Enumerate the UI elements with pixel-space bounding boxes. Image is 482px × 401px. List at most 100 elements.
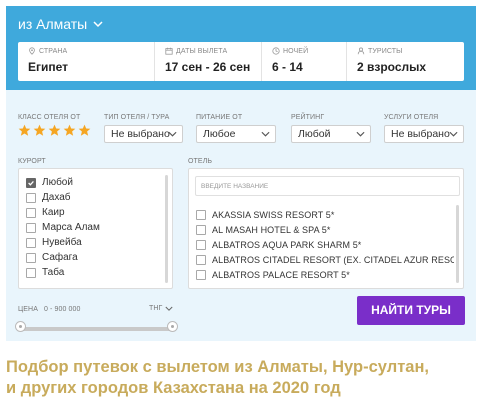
- services-select[interactable]: Не выбрано: [384, 125, 464, 143]
- meal-select[interactable]: Любое: [196, 125, 276, 143]
- price-max-handle[interactable]: [166, 321, 178, 332]
- country-field[interactable]: СТРАНА Египет: [18, 42, 155, 81]
- star-icon[interactable]: [33, 124, 46, 137]
- meal-label: ПИТАНИЕ ОТ: [196, 114, 243, 121]
- price-label: ЦЕНА: [18, 306, 38, 313]
- clock-icon: [272, 47, 280, 55]
- hotel-type-value: Не выбрано: [111, 128, 170, 140]
- hotel-scrollbar[interactable]: [456, 205, 459, 283]
- resort-option[interactable]: Сафага: [19, 250, 172, 265]
- search-header: из Алматы СТРАНА Египет ДАТЫ ВЫЛЕТА 17 с…: [6, 6, 476, 90]
- headline-line-2: и других городов Казахстана на 2020 год: [6, 379, 341, 397]
- resort-scrollbar[interactable]: [165, 175, 168, 283]
- headline-line-1: Подбор путевок с вылетом из Алматы, Нур-…: [6, 358, 430, 376]
- currency-label: ТНГ: [149, 305, 163, 312]
- hotel-option-label: ALBATROS PALACE RESORT 5*: [212, 269, 350, 280]
- hotel-option[interactable]: AKASSIA SWISS RESORT 5*: [189, 207, 454, 222]
- hotel-option[interactable]: AL MASAH HOTEL & SPA 5*: [189, 222, 454, 237]
- checkbox[interactable]: [26, 237, 36, 248]
- checkbox[interactable]: [196, 239, 206, 250]
- checkbox[interactable]: [196, 224, 206, 235]
- departure-city-selector[interactable]: из Алматы: [18, 16, 103, 32]
- dates-field[interactable]: ДАТЫ ВЫЛЕТА 17 сен - 26 сен: [155, 42, 262, 81]
- dates-value: 17 сен - 26 сен: [165, 60, 251, 74]
- price-label-row: ЦЕНА 0 - 900 000: [18, 306, 81, 313]
- hotel-search-input[interactable]: ВВЕДИТЕ НАЗВАНИЕ: [195, 176, 460, 196]
- nights-label: НОЧЕЙ: [283, 47, 309, 55]
- checkbox[interactable]: [26, 267, 36, 278]
- resort-option[interactable]: Марса Алам: [19, 220, 172, 235]
- country-value: Египет: [28, 60, 69, 74]
- checkbox[interactable]: [26, 177, 36, 188]
- services-value: Не выбрано: [391, 128, 450, 140]
- checkbox[interactable]: [196, 269, 206, 280]
- resort-option-label: Нувейба: [42, 237, 82, 248]
- hotel-option-label: AKASSIA SWISS RESORT 5*: [212, 209, 335, 220]
- chevron-down-icon: [165, 306, 173, 311]
- tourists-value: 2 взрослых: [357, 60, 427, 74]
- hotel-class-stars: [18, 124, 91, 137]
- hotel-search-placeholder: ВВЕДИТЕ НАЗВАНИЕ: [201, 183, 269, 190]
- hotel-class-label: КЛАСС ОТЕЛЯ ОТ: [18, 114, 81, 121]
- resort-option-label: Сафага: [42, 252, 78, 263]
- hotel-option-label: ALBATROS AQUA PARK SHARM 5*: [212, 239, 362, 250]
- resort-option-label: Любой: [42, 177, 73, 188]
- chevron-down-icon: [449, 131, 458, 137]
- rating-label: РЕЙТИНГ: [291, 114, 325, 121]
- nights-value: 6 - 14: [272, 60, 303, 74]
- resort-option[interactable]: Каир: [19, 205, 172, 220]
- nights-field[interactable]: НОЧЕЙ 6 - 14: [262, 42, 347, 81]
- departure-city-label: из Алматы: [18, 16, 88, 32]
- star-icon[interactable]: [48, 124, 61, 137]
- hotel-type-label: ТИП ОТЕЛЯ / ТУРА: [104, 114, 170, 121]
- tour-search-widget: из Алматы СТРАНА Египет ДАТЫ ВЫЛЕТА 17 с…: [6, 6, 476, 341]
- resort-option[interactable]: Таба: [19, 265, 172, 280]
- resort-option-label: Каир: [42, 207, 65, 218]
- hotel-option[interactable]: ALBATROS CITADEL RESORT (EX. CITADEL AZU…: [189, 252, 454, 267]
- calendar-icon: [165, 47, 173, 55]
- price-min-handle[interactable]: [14, 321, 26, 332]
- hotel-option[interactable]: ALBATROS PALACE RESORT 5*: [189, 267, 454, 282]
- services-label: УСЛУГИ ОТЕЛЯ: [384, 114, 439, 121]
- resort-option[interactable]: Дахаб: [19, 190, 172, 205]
- page-headline: Подбор путевок с вылетом из Алматы, Нур-…: [6, 357, 480, 399]
- chevron-down-icon: [168, 131, 177, 137]
- price-slider-track[interactable]: [20, 327, 172, 331]
- checkbox[interactable]: [26, 252, 36, 263]
- checkbox[interactable]: [26, 207, 36, 218]
- chevron-down-icon: [356, 131, 365, 137]
- filters-panel: КЛАСС ОТЕЛЯ ОТ ТИП ОТЕЛЯ / ТУРА ПИТАНИЕ …: [6, 90, 476, 341]
- tourists-field[interactable]: ТУРИСТЫ 2 взрослых: [347, 42, 464, 81]
- person-icon: [357, 47, 365, 55]
- checkbox[interactable]: [26, 192, 36, 203]
- resort-list: Любой Дахаб Каир Марса Алам Нувейба Сафага Таб…: [18, 168, 173, 289]
- find-tours-button[interactable]: НАЙТИ ТУРЫ: [357, 296, 465, 325]
- hotel-list: ВВЕДИТЕ НАЗВАНИЕ AKASSIA SWISS RESORT 5*…: [188, 168, 464, 289]
- tourists-label: ТУРИСТЫ: [368, 47, 403, 55]
- currency-selector[interactable]: ТНГ: [149, 305, 173, 312]
- rating-select[interactable]: Любой: [291, 125, 371, 143]
- hotel-option[interactable]: ALBATROS AQUA PARK SHARM 5*: [189, 237, 454, 252]
- chevron-down-icon: [261, 131, 270, 137]
- resort-option-label: Марса Алам: [42, 222, 100, 233]
- checkbox[interactable]: [196, 209, 206, 220]
- resort-option-label: Таба: [42, 267, 65, 278]
- resort-option[interactable]: Нувейба: [19, 235, 172, 250]
- main-search-row: СТРАНА Египет ДАТЫ ВЫЛЕТА 17 сен - 26 се…: [18, 42, 464, 81]
- resort-label: КУРОРТ: [18, 158, 46, 165]
- price-range: 0 - 900 000: [43, 306, 81, 313]
- dates-label: ДАТЫ ВЫЛЕТА: [176, 47, 228, 55]
- star-icon[interactable]: [18, 124, 31, 137]
- star-icon[interactable]: [63, 124, 76, 137]
- resort-option-label: Дахаб: [42, 192, 71, 203]
- resort-option[interactable]: Любой: [19, 175, 172, 190]
- hotel-option-label: AL MASAH HOTEL & SPA 5*: [212, 224, 331, 235]
- checkbox[interactable]: [196, 254, 206, 265]
- rating-value: Любой: [298, 128, 331, 140]
- checkbox[interactable]: [26, 222, 36, 233]
- hotel-option-label: ALBATROS CITADEL RESORT (EX. CITADEL AZU…: [212, 254, 454, 265]
- hotel-label: ОТЕЛЬ: [188, 158, 213, 165]
- location-pin-icon: [29, 47, 35, 55]
- hotel-type-select[interactable]: Не выбрано: [104, 125, 183, 143]
- star-icon[interactable]: [78, 124, 91, 137]
